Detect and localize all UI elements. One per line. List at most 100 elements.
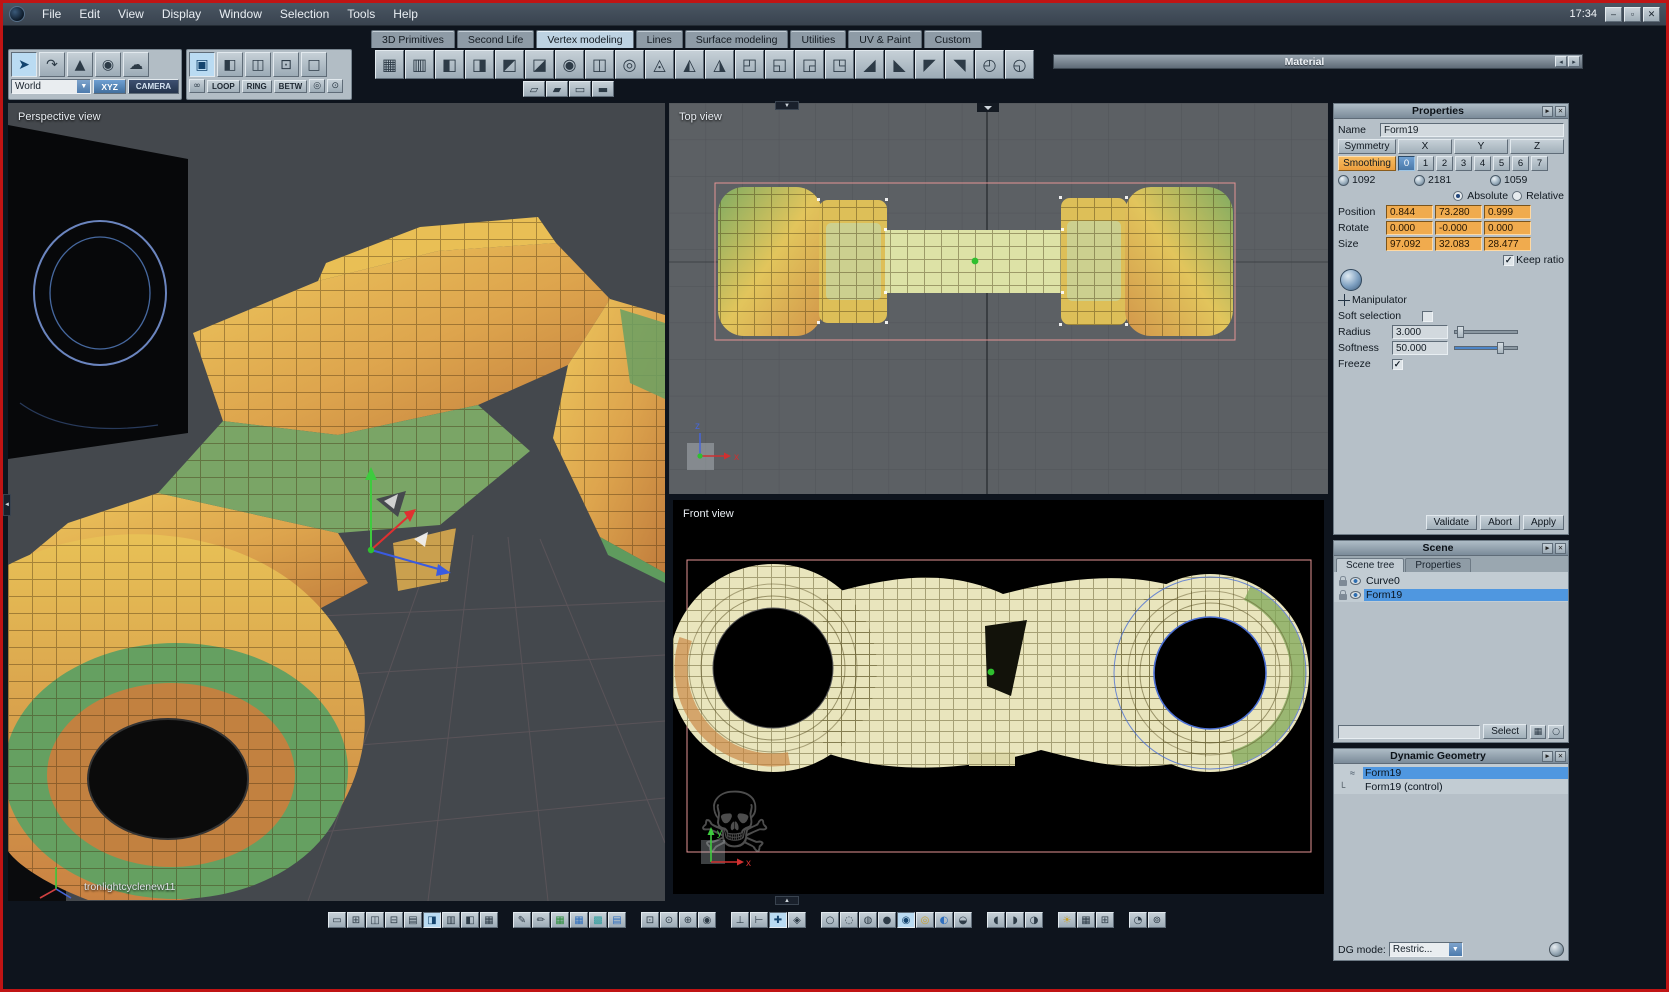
scene-tool-icon[interactable]: ○	[1548, 725, 1564, 739]
modeling-tool-icon[interactable]: ◮	[705, 50, 734, 79]
display-mode-icon[interactable]: ◉	[897, 912, 915, 928]
soft-selection-checkbox[interactable]: ✓	[1422, 311, 1433, 322]
splitter-handle-left[interactable]: ◄	[3, 494, 11, 516]
tool-tab[interactable]: UV & Paint	[848, 30, 921, 48]
misc-option-icon[interactable]: ◔	[1129, 912, 1147, 928]
menu-item[interactable]: View	[109, 5, 153, 23]
selection-mode-icon[interactable]: ▣	[189, 52, 215, 77]
scene-tree-item[interactable]: Form19	[1334, 588, 1568, 602]
viewport-layout-icon[interactable]: ◧	[461, 912, 479, 928]
smoothing-level-button[interactable]: 5	[1493, 156, 1510, 171]
menu-item[interactable]: Selection	[271, 5, 338, 23]
axis-button[interactable]: Z	[1510, 139, 1564, 154]
position-x-field[interactable]: 0.844	[1386, 205, 1433, 219]
visibility-icon[interactable]	[1350, 577, 1361, 585]
top-viewport[interactable]: x z Top view	[669, 103, 1328, 494]
modeling-tool-icon[interactable]: ◤	[915, 50, 944, 79]
visibility-icon[interactable]	[1350, 591, 1361, 599]
radius-field[interactable]: 3.000	[1392, 325, 1448, 339]
relative-radio[interactable]	[1512, 191, 1522, 201]
paint-tool-icon[interactable]: ✏	[532, 912, 550, 928]
modeling-tool-icon[interactable]: ◲	[795, 50, 824, 79]
tool-tab[interactable]: Lines	[636, 30, 683, 48]
lock-icon[interactable]	[1339, 580, 1347, 586]
viewport-layout-icon[interactable]: ▭	[328, 912, 346, 928]
display-mode-icon[interactable]: ◒	[954, 912, 972, 928]
selection-extra-icon[interactable]: ⊙	[327, 79, 343, 93]
scene-tool-icon[interactable]: ▦	[1530, 725, 1546, 739]
smoothing-level-button[interactable]: 1	[1417, 156, 1434, 171]
dg-tree-item[interactable]: ≈ Form19	[1334, 766, 1568, 780]
dg-tree-item[interactable]: └ Form19 (control)	[1334, 780, 1568, 794]
smoothing-level-button[interactable]: 3	[1455, 156, 1472, 171]
tool-tab[interactable]: Surface modeling	[685, 30, 789, 48]
selection-mode-icon[interactable]: ⊡	[273, 52, 299, 77]
deformer-tool-icon[interactable]: ▭	[569, 81, 591, 97]
snap-tool-icon[interactable]: ◈	[788, 912, 806, 928]
viewport-layout-icon[interactable]: ▥	[442, 912, 460, 928]
selection-mode-icon[interactable]: ◧	[217, 52, 243, 77]
softness-field[interactable]: 50.000	[1392, 341, 1448, 355]
selection-tool-icon[interactable]: ➤	[11, 52, 37, 77]
panel-close-icon[interactable]: ✕	[1555, 751, 1566, 762]
shading-mode-icon[interactable]: ◗	[1006, 912, 1024, 928]
snap-tool-icon[interactable]: ⊥	[731, 912, 749, 928]
view-tool-icon[interactable]: ⊕	[679, 912, 697, 928]
panel-close-icon[interactable]: ✕	[1555, 106, 1566, 117]
view-tool-icon[interactable]: ⊙	[660, 912, 678, 928]
window-control-icon[interactable]: ▫	[1624, 7, 1641, 22]
softness-slider[interactable]	[1454, 346, 1518, 350]
dropdown-arrow-icon[interactable]: ▼	[77, 80, 90, 93]
modeling-tool-icon[interactable]: ◥	[945, 50, 974, 79]
modeling-tool-icon[interactable]: ◩	[495, 50, 524, 79]
axis-button[interactable]: X	[1398, 139, 1452, 154]
select-button[interactable]: Select	[1483, 724, 1527, 739]
selection-tool-icon[interactable]: ▲	[67, 52, 93, 77]
freeze-checkbox[interactable]: ✓	[1392, 359, 1403, 370]
dynamic-geometry-panel-header[interactable]: Dynamic Geometry ► ✕	[1334, 749, 1568, 764]
modeling-tool-icon[interactable]: ◢	[855, 50, 884, 79]
modeling-tool-icon[interactable]: ◬	[645, 50, 674, 79]
absolute-radio[interactable]	[1453, 191, 1463, 201]
paint-tool-icon[interactable]: ▤	[608, 912, 626, 928]
abort-button[interactable]: Abort	[1480, 515, 1520, 530]
menu-item[interactable]: Help	[384, 5, 427, 23]
material-bar[interactable]: Material ◂▸	[1053, 54, 1583, 69]
world-space-dropdown[interactable]: World ▼	[11, 79, 91, 94]
viewport-layout-icon[interactable]: ◫	[366, 912, 384, 928]
ring-button[interactable]: RING	[242, 80, 272, 93]
modeling-tool-icon[interactable]: ◪	[525, 50, 554, 79]
misc-option-icon[interactable]: ⊚	[1148, 912, 1166, 928]
smoothing-level-button[interactable]: 6	[1512, 156, 1529, 171]
selection-tool-icon[interactable]: ↷	[39, 52, 65, 77]
display-mode-icon[interactable]: ◍	[859, 912, 877, 928]
viewport-layout-icon[interactable]: ▤	[404, 912, 422, 928]
selection-mode-icon[interactable]: ◫	[245, 52, 271, 77]
deformer-tool-icon[interactable]: ▰	[546, 81, 568, 97]
size-y-field[interactable]: 32.083	[1435, 237, 1482, 251]
tool-tab[interactable]: 3D Primitives	[371, 30, 455, 48]
smoothing-level-button[interactable]: 0	[1398, 156, 1415, 171]
dg-mode-dropdown[interactable]: Restric... ▼	[1389, 942, 1463, 957]
render-option-icon[interactable]: ▦	[1077, 912, 1095, 928]
window-control-icon[interactable]: –	[1605, 7, 1622, 22]
smoothing-button[interactable]: Smoothing	[1338, 156, 1396, 171]
display-mode-icon[interactable]: ●	[878, 912, 896, 928]
properties-panel-header[interactable]: Properties ► ✕	[1334, 104, 1568, 119]
selection-tool-icon[interactable]: ☁	[123, 52, 149, 77]
position-y-field[interactable]: 73.280	[1435, 205, 1482, 219]
keep-ratio-checkbox[interactable]: ✓	[1503, 255, 1514, 266]
modeling-tool-icon[interactable]: ▥	[405, 50, 434, 79]
front-viewport[interactable]: ☠ y x Front view	[673, 500, 1324, 894]
apply-button[interactable]: Apply	[1523, 515, 1564, 530]
rotate-z-field[interactable]: 0.000	[1484, 221, 1531, 235]
render-option-icon[interactable]: ⊞	[1096, 912, 1114, 928]
snap-tool-icon[interactable]: ⊢	[750, 912, 768, 928]
paint-tool-icon[interactable]: ▩	[589, 912, 607, 928]
perspective-viewport[interactable]: Perspective view tronlightcyclenew11	[8, 103, 665, 901]
smoothing-level-button[interactable]: 4	[1474, 156, 1491, 171]
scene-tab[interactable]: Scene tree	[1336, 558, 1404, 572]
paint-tool-icon[interactable]: ▦	[551, 912, 569, 928]
rotate-x-field[interactable]: 0.000	[1386, 221, 1433, 235]
modeling-tool-icon[interactable]: ◎	[615, 50, 644, 79]
